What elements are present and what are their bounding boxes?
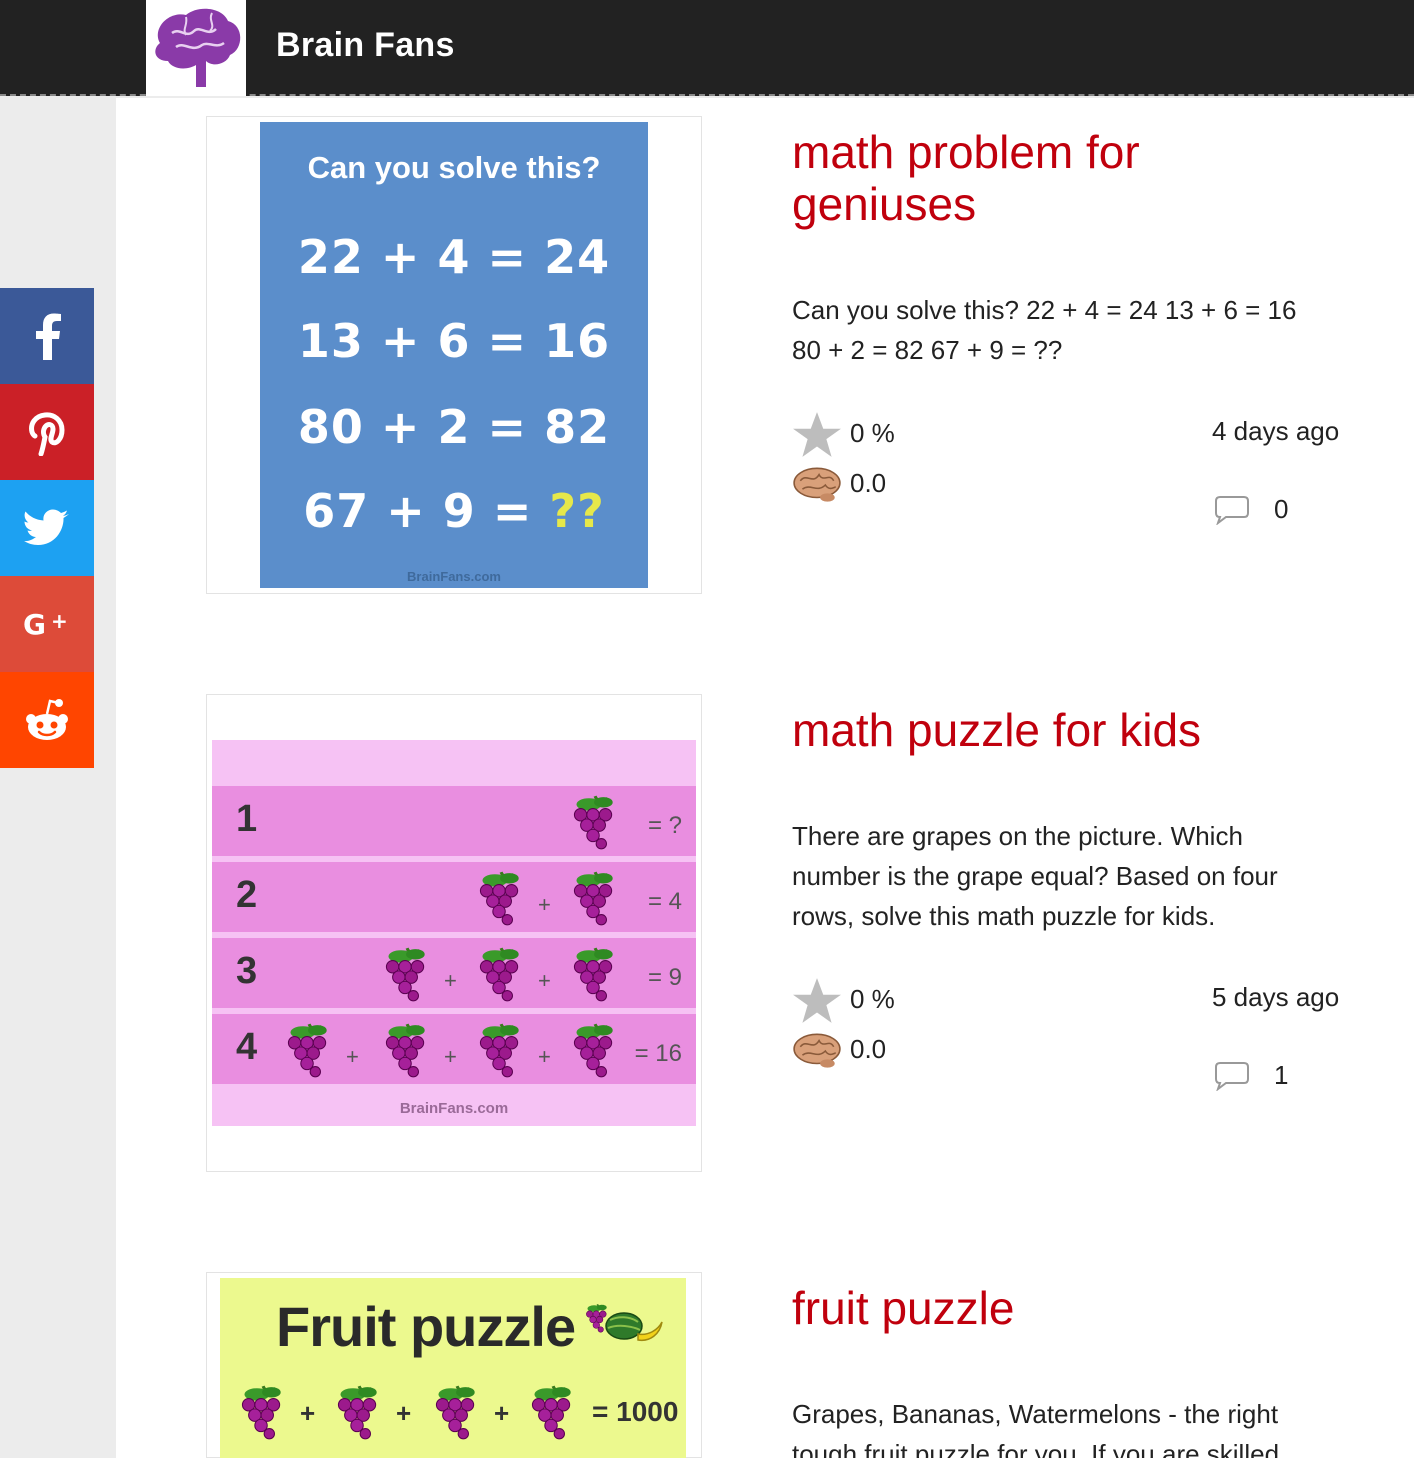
post-description-line: rows, solve this math puzzle for kids. xyxy=(792,901,1216,931)
grape-icon xyxy=(572,870,615,927)
image-watermark: BrainFans.com xyxy=(407,569,501,584)
brain-difficulty-icon xyxy=(793,467,841,503)
reddit-share-button[interactable] xyxy=(0,672,94,768)
post-image-fruit-puzzle[interactable]: Fruit puzzle + + + = 1000 xyxy=(220,1278,686,1458)
row-result: = 4 xyxy=(647,888,682,915)
image-question: Can you solve this? xyxy=(307,150,601,185)
image-result: = 1000 xyxy=(592,1396,679,1427)
plus-sign: + xyxy=(444,1044,457,1069)
plus-sign: + xyxy=(494,1398,510,1428)
row-result: = 9 xyxy=(647,964,682,991)
pinterest-icon xyxy=(29,412,65,456)
image-watermark: BrainFans.com xyxy=(399,1100,509,1117)
post-description: Grapes, Bananas, Watermelons - the right… xyxy=(792,1394,1352,1458)
site-logo[interactable] xyxy=(146,0,246,96)
rating-percent: 0 % xyxy=(850,984,895,1014)
image-equation: 22 + 4 = 24 xyxy=(297,230,611,284)
svg-text:+: + xyxy=(51,609,68,633)
twitter-share-button[interactable] xyxy=(0,480,94,576)
svg-text:G: G xyxy=(23,608,46,640)
comment-bubble-icon xyxy=(1215,1061,1249,1090)
post-description-line: Grapes, Bananas, Watermelons - the right xyxy=(792,1399,1279,1429)
fruit-icon xyxy=(585,1303,663,1342)
post-image-math-problem[interactable]: Can you solve this? 22 + 4 = 24 13 + 6 =… xyxy=(260,122,648,588)
grape-icon xyxy=(384,946,427,1003)
comments-link[interactable]: 1 xyxy=(1212,1060,1288,1091)
difficulty-value: 0.0 xyxy=(850,1034,887,1064)
row-result: = ? xyxy=(647,812,682,839)
grape-icon xyxy=(478,946,521,1003)
plus-sign: + xyxy=(538,968,551,993)
post-description-line: number is the grape equal? Based on four xyxy=(792,861,1278,891)
social-share-bar: G + xyxy=(0,288,94,768)
site-title[interactable]: Brain Fans xyxy=(276,26,455,65)
post-description: Can you solve this? 22 + 4 = 24 13 + 6 =… xyxy=(792,290,1352,370)
image-equation: 13 + 6 = 16 xyxy=(297,314,611,368)
grape-icon xyxy=(478,870,521,927)
plus-sign: + xyxy=(444,968,457,993)
row-number: 3 xyxy=(236,950,258,992)
google-plus-icon: G + xyxy=(23,608,68,640)
plus-sign: + xyxy=(538,1044,551,1069)
row-number: 1 xyxy=(236,798,258,840)
post-description-line: tough fruit puzzle for you. If you are s… xyxy=(792,1439,1280,1458)
plus-sign: + xyxy=(300,1398,316,1428)
twitter-icon xyxy=(24,509,69,545)
post-description: There are grapes on the picture. Which n… xyxy=(792,816,1352,936)
post-description-line: 80 + 2 = 82 67 + 9 = ?? xyxy=(792,335,1063,365)
rating-star-icon[interactable] xyxy=(792,410,842,460)
puzzle-row: 2 + = 4 xyxy=(212,862,696,932)
facebook-icon xyxy=(36,313,61,360)
top-bar: Brain Fans xyxy=(0,0,1414,96)
grape-icon xyxy=(572,794,615,851)
grape-icon xyxy=(572,946,615,1003)
puzzle-row: 1 = ? xyxy=(212,786,696,856)
rating-star-icon[interactable] xyxy=(792,976,842,1026)
row-number: 2 xyxy=(236,874,258,916)
puzzle-row: 4 + + + = 16 xyxy=(212,1014,696,1084)
comment-count: 0 xyxy=(1274,494,1289,524)
reddit-icon xyxy=(26,699,68,740)
grape-icon xyxy=(572,1022,615,1079)
puzzle-row: 3 + + = 9 xyxy=(212,938,696,1008)
post-title-line[interactable]: geniuses xyxy=(792,178,1140,230)
grape-icon xyxy=(240,1384,283,1441)
post-description-line: There are grapes on the picture. Which xyxy=(792,821,1243,851)
post-title[interactable]: math puzzle for kids xyxy=(792,704,1201,756)
post-title[interactable]: math problem for geniuses xyxy=(792,126,1140,230)
grape-icon xyxy=(384,1022,427,1079)
grape-icon xyxy=(530,1384,573,1441)
image-heading: Fruit puzzle xyxy=(276,1295,576,1358)
rating-percent: 0 % xyxy=(850,418,895,448)
facebook-share-button[interactable] xyxy=(0,288,94,384)
image-equation: 67 + 9 = ?? xyxy=(260,484,648,538)
plus-sign: + xyxy=(538,892,551,917)
post-title[interactable]: fruit puzzle xyxy=(792,1282,1014,1334)
image-equation: 80 + 2 = 82 xyxy=(297,400,611,454)
image-equation-unknown: ?? xyxy=(549,484,605,538)
google-plus-share-button[interactable]: G + xyxy=(0,576,94,672)
comment-count: 1 xyxy=(1274,1060,1289,1090)
brain-difficulty-icon xyxy=(793,1033,841,1069)
post-title-line[interactable]: math problem for xyxy=(792,126,1140,178)
grape-icon xyxy=(478,1022,521,1079)
pinterest-share-button[interactable] xyxy=(0,384,94,480)
comment-bubble-icon xyxy=(1215,495,1249,524)
difficulty-value: 0.0 xyxy=(850,468,887,498)
plus-sign: + xyxy=(396,1398,412,1428)
brain-logo-icon xyxy=(155,8,241,87)
post-description-line: Can you solve this? 22 + 4 = 24 13 + 6 =… xyxy=(792,295,1297,325)
row-result: = 16 xyxy=(634,1040,682,1067)
grape-icon xyxy=(286,1022,329,1079)
plus-sign: + xyxy=(346,1044,359,1069)
grape-icon xyxy=(336,1384,379,1441)
post-image-grape-puzzle[interactable]: 1 = ? 2 + = 4 3 + + = 9 4 + + + = 16 Bra… xyxy=(212,740,696,1126)
grape-icon xyxy=(434,1384,477,1441)
row-number: 4 xyxy=(236,1026,258,1068)
comments-link[interactable]: 0 xyxy=(1212,494,1288,525)
image-equation-left: 67 + 9 = xyxy=(303,484,550,538)
post-time: 5 days ago xyxy=(1212,982,1340,1012)
post-time: 4 days ago xyxy=(1212,416,1340,446)
